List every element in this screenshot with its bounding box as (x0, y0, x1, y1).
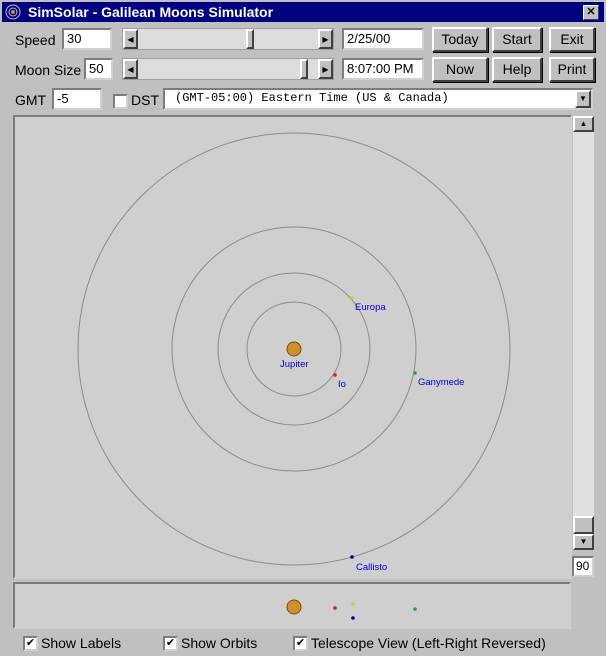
telescope-strip (13, 582, 571, 629)
ganymede-body (413, 371, 417, 375)
io-body (333, 373, 337, 377)
start-button[interactable]: Start (492, 27, 542, 52)
timezone-value: (GMT-05:00) Eastern Time (US & Canada) (175, 91, 449, 105)
help-button[interactable]: Help (492, 57, 542, 82)
ganymede-label: Ganymede (418, 377, 464, 388)
scroll-down-icon[interactable]: ▼ (573, 534, 594, 550)
dst-label: DST (131, 92, 159, 108)
print-button[interactable]: Print (549, 57, 595, 82)
exit-button[interactable]: Exit (549, 27, 595, 52)
speed-slider-thumb[interactable] (245, 29, 254, 49)
moon-size-slider-thumb[interactable] (299, 59, 308, 79)
show-orbits-checkbox[interactable]: ✔ (163, 636, 178, 651)
speed-input[interactable]: 30 (62, 28, 112, 50)
europa-label: Europa (355, 302, 386, 313)
speed-label: Speed (15, 32, 56, 48)
scroll-right-icon[interactable]: ▶ (318, 29, 333, 49)
show-labels-label: Show Labels (41, 635, 122, 651)
scroll-up-icon[interactable]: ▲ (573, 116, 594, 132)
scroll-right-icon[interactable]: ▶ (318, 59, 333, 79)
zoom-scroll-thumb[interactable] (573, 516, 594, 534)
telescope-europa (351, 602, 355, 606)
dst-checkbox[interactable] (113, 94, 128, 109)
scroll-left-icon[interactable]: ◀ (123, 59, 138, 79)
moon-size-slider[interactable]: ◀ ▶ (122, 58, 334, 80)
dropdown-arrow-icon[interactable]: ▼ (575, 90, 591, 108)
time-field[interactable]: 8:07:00 PM (342, 58, 424, 80)
zoom-scrollbar[interactable]: ▲ ▼ (573, 116, 594, 550)
gmt-label: GMT (15, 92, 47, 108)
show-orbits-label: Show Orbits (181, 635, 258, 651)
telescope-view-label: Telescope View (Left-Right Reversed) (311, 635, 546, 651)
telescope-callisto (351, 616, 355, 620)
timezone-select[interactable]: (GMT-05:00) Eastern Time (US & Canada) (163, 88, 593, 110)
orbit-view[interactable]: Jupiter Io Europa Ganymede Callisto (13, 115, 572, 579)
telescope-canvas (286, 599, 417, 620)
io-label: Io (338, 379, 346, 390)
close-button[interactable]: ✕ (583, 5, 599, 20)
zoom-value[interactable]: 90 (572, 556, 594, 577)
callisto-label: Callisto (356, 562, 387, 573)
jupiter-label: Jupiter (280, 359, 309, 370)
telescope-ganymede (413, 607, 417, 611)
title-bar: SimSolar - Galilean Moons Simulator ✕ (2, 2, 604, 22)
gmt-input[interactable]: -5 (52, 88, 102, 110)
callisto-body (350, 555, 354, 559)
now-button[interactable]: Now (432, 57, 488, 82)
speed-slider[interactable]: ◀ ▶ (122, 28, 334, 50)
moon-size-label: Moon Size (15, 62, 82, 78)
scroll-left-icon[interactable]: ◀ (123, 29, 138, 49)
window-title: SimSolar - Galilean Moons Simulator (28, 4, 274, 20)
telescope-io (333, 606, 337, 610)
today-button[interactable]: Today (432, 27, 488, 52)
telescope-view-checkbox[interactable]: ✔ (293, 636, 308, 651)
show-labels-checkbox[interactable]: ✔ (23, 636, 38, 651)
telescope-jupiter (286, 599, 302, 615)
jupiter-body (286, 341, 302, 357)
orbit-canvas: Jupiter Io Europa Ganymede Callisto (77, 132, 511, 573)
date-field[interactable]: 2/25/00 (342, 28, 424, 50)
europa-body (350, 296, 354, 300)
app-icon (5, 4, 21, 20)
moon-size-input[interactable]: 50 (84, 58, 113, 80)
